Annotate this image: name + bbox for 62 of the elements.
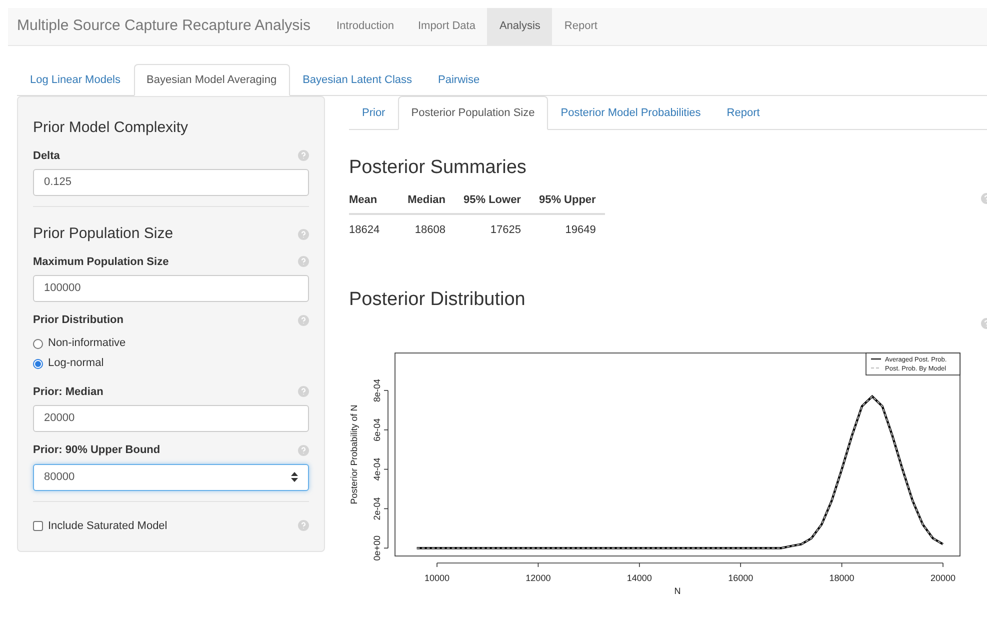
field-label: Prior: Median [33, 384, 104, 400]
input-field[interactable]: 100000 [33, 275, 309, 302]
field-label: Prior Distribution [33, 313, 124, 328]
x-tick-label: 12000 [526, 573, 551, 583]
radio-label: Non-informative [48, 336, 126, 352]
y-tick-label: 8e-04 [372, 378, 382, 402]
section-heading: Posterior Summaries [349, 156, 526, 180]
x-tick-label: 16000 [728, 573, 754, 583]
y-axis-label: Posterior Probability of N [349, 404, 359, 504]
tab[interactable]: Log Linear Models [17, 64, 134, 96]
field-label: Maximum Population Size [33, 254, 169, 270]
section-heading: Posterior Distribution [349, 288, 526, 312]
help-icon[interactable] [298, 444, 309, 456]
y-tick-label: 2e-04 [372, 497, 382, 520]
section-heading: Prior Model Complexity [33, 118, 188, 138]
radio-button[interactable] [33, 358, 43, 368]
tab[interactable]: Posterior Population Size [398, 96, 548, 130]
y-tick-label: 6e-04 [372, 418, 382, 442]
tab[interactable]: Report [714, 96, 773, 130]
column-header: 95% Lower [454, 186, 530, 214]
help-icon[interactable] [298, 256, 309, 268]
help-icon[interactable] [298, 520, 309, 532]
help-icon[interactable] [298, 386, 309, 398]
nav-item[interactable]: Import Data [406, 8, 488, 45]
tab[interactable]: Posterior Model Probabilities [548, 96, 714, 130]
input-field[interactable]: 80000 [33, 464, 309, 490]
checkbox-label: Include Saturated Model [48, 518, 168, 534]
help-icon[interactable] [298, 150, 309, 162]
y-tick-label: 4e-04 [372, 458, 382, 481]
field-label: Prior: 90% Upper Bound [33, 443, 160, 458]
x-tick-label: 14000 [626, 573, 652, 583]
field-label: Delta [33, 148, 60, 164]
nav-item[interactable]: Analysis [487, 8, 552, 45]
tab[interactable]: Pairwise [425, 64, 493, 96]
y-tick-label: 0e+00 [372, 535, 382, 561]
radio-label: Log-normal [48, 356, 104, 372]
tab[interactable]: Prior [349, 96, 398, 130]
legend-line [870, 358, 882, 360]
radio-button[interactable] [33, 338, 43, 348]
spinner-icon[interactable] [291, 472, 298, 482]
table-cell: 19649 [530, 214, 605, 246]
input-field[interactable]: 0.125 [33, 169, 309, 196]
tab[interactable]: Bayesian Model Averaging [134, 64, 290, 96]
checkbox[interactable] [33, 520, 43, 531]
x-tick-label: 18000 [829, 573, 854, 583]
column-header: Mean [349, 186, 399, 214]
nav-item[interactable]: Report [552, 8, 610, 45]
input-field[interactable]: 20000 [33, 405, 309, 432]
column-header: 95% Upper [530, 186, 605, 214]
table-cell: 18608 [398, 214, 454, 246]
x-tick-label: 10000 [424, 573, 450, 583]
nav-item[interactable]: Introduction [324, 8, 406, 45]
x-axis-label: N [674, 586, 681, 596]
tab[interactable]: Bayesian Latent Class [290, 64, 426, 96]
help-icon[interactable] [298, 314, 309, 326]
app-title: Multiple Source Capture Recapture Analysis [17, 16, 310, 36]
x-tick-label: 20000 [930, 573, 956, 583]
table-cell: 18624 [349, 214, 399, 246]
help-icon[interactable] [298, 228, 309, 240]
table-cell: 17625 [454, 214, 530, 246]
column-header: Median [398, 186, 454, 214]
section-heading: Prior Population Size [33, 224, 174, 244]
